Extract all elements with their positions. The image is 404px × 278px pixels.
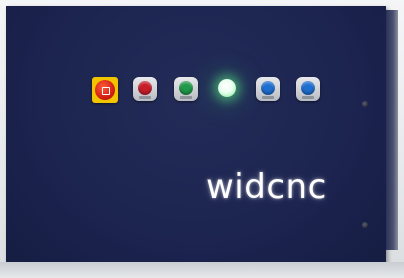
brand-logo-text: widcnc <box>206 167 327 207</box>
button-label-tag <box>262 96 274 99</box>
machine-control-panel <box>6 6 386 272</box>
panel-base-frame <box>0 262 404 278</box>
emergency-stop-icon <box>95 80 115 100</box>
panel-screw <box>362 101 368 107</box>
blue-push-button-1[interactable] <box>256 77 280 101</box>
emergency-stop-button[interactable] <box>92 77 118 103</box>
red-push-button[interactable] <box>133 77 157 101</box>
panel-side-edge <box>386 10 398 250</box>
emergency-stop-mark <box>102 87 110 95</box>
indicator-lamp <box>218 79 236 97</box>
button-label-tag <box>302 96 314 99</box>
green-button-cap <box>179 81 193 95</box>
green-push-button[interactable] <box>174 77 198 101</box>
red-button-cap <box>138 81 152 95</box>
blue-button-cap <box>301 81 315 95</box>
button-label-tag <box>139 96 151 99</box>
button-label-tag <box>180 96 192 99</box>
blue-push-button-2[interactable] <box>296 77 320 101</box>
blue-button-cap <box>261 81 275 95</box>
panel-screw <box>362 222 368 228</box>
